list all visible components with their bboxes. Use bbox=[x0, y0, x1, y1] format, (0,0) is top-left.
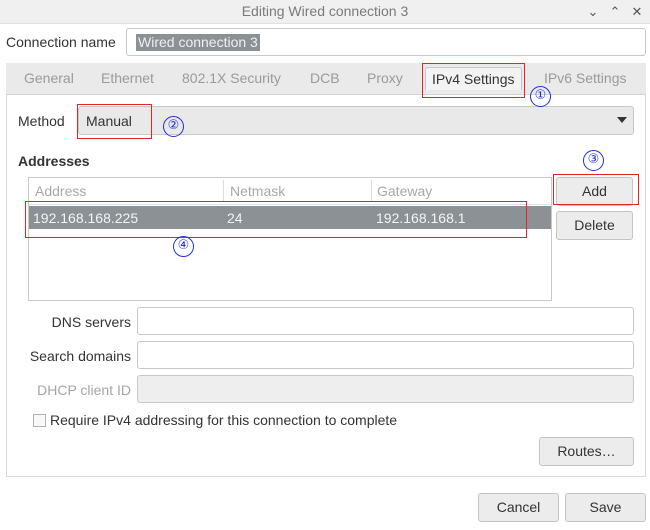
cancel-button[interactable]: Cancel bbox=[478, 493, 559, 522]
annotation-box-add bbox=[553, 174, 639, 205]
window-title: Editing Wired connection 3 bbox=[241, 3, 409, 19]
dns-servers-input[interactable] bbox=[137, 307, 634, 335]
close-button[interactable]: ✕ bbox=[627, 2, 647, 22]
annotation-box-ipv4-tab bbox=[422, 63, 525, 98]
routes-button[interactable]: Routes… bbox=[539, 437, 634, 466]
annotation-marker-2: ② bbox=[163, 116, 184, 137]
addresses-table[interactable]: Address Netmask Gateway 192.168.168.225 … bbox=[28, 177, 552, 301]
connection-name-label: Connection name bbox=[6, 34, 116, 50]
close-icon: ✕ bbox=[631, 4, 643, 19]
annotation-box-address-row bbox=[25, 201, 527, 238]
tab-proxy[interactable]: Proxy bbox=[367, 70, 403, 86]
chevron-up-icon: ⌃ bbox=[609, 4, 621, 19]
dhcp-client-id-label: DHCP client ID bbox=[37, 382, 131, 398]
method-select[interactable]: Manual bbox=[78, 106, 634, 135]
delete-button[interactable]: Delete bbox=[556, 211, 633, 240]
addresses-heading: Addresses bbox=[18, 153, 90, 169]
column-divider bbox=[371, 180, 372, 202]
annotation-marker-3: ③ bbox=[583, 150, 604, 171]
dns-servers-label: DNS servers bbox=[51, 314, 131, 330]
connection-name-input[interactable]: Wired connection 3 bbox=[126, 28, 646, 56]
save-button[interactable]: Save bbox=[565, 493, 646, 522]
tab-general[interactable]: General bbox=[24, 70, 74, 86]
maximize-button[interactable]: ⌃ bbox=[605, 2, 625, 22]
method-label: Method bbox=[18, 113, 65, 129]
require-ipv4-label[interactable]: Require IPv4 addressing for this connect… bbox=[50, 412, 397, 428]
dropdown-arrow-icon bbox=[617, 117, 627, 123]
tab-ipv6-settings[interactable]: IPv6 Settings bbox=[544, 70, 627, 86]
column-divider bbox=[223, 180, 224, 202]
chevron-down-icon: ⌄ bbox=[587, 4, 599, 19]
tab-ethernet[interactable]: Ethernet bbox=[101, 70, 154, 86]
annotation-marker-1: ① bbox=[530, 86, 551, 107]
tab-8021x-security[interactable]: 802.1X Security bbox=[182, 70, 281, 86]
tab-dcb[interactable]: DCB bbox=[310, 70, 340, 86]
title-bar: Editing Wired connection 3 ⌄ ⌃ ✕ bbox=[0, 0, 650, 24]
annotation-box-method bbox=[77, 104, 152, 139]
connection-name-value: Wired connection 3 bbox=[136, 34, 260, 51]
minimize-button[interactable]: ⌄ bbox=[583, 2, 603, 22]
search-domains-label: Search domains bbox=[29, 348, 131, 364]
column-header-gateway[interactable]: Gateway bbox=[377, 183, 432, 199]
require-ipv4-checkbox[interactable] bbox=[33, 414, 46, 427]
dhcp-client-id-input bbox=[137, 375, 634, 403]
tab-bar: General Ethernet 802.1X Security DCB Pro… bbox=[6, 63, 646, 95]
column-header-netmask[interactable]: Netmask bbox=[230, 183, 285, 199]
search-domains-input[interactable] bbox=[137, 341, 634, 369]
annotation-marker-4: ④ bbox=[173, 236, 194, 257]
column-header-address[interactable]: Address bbox=[35, 183, 86, 199]
